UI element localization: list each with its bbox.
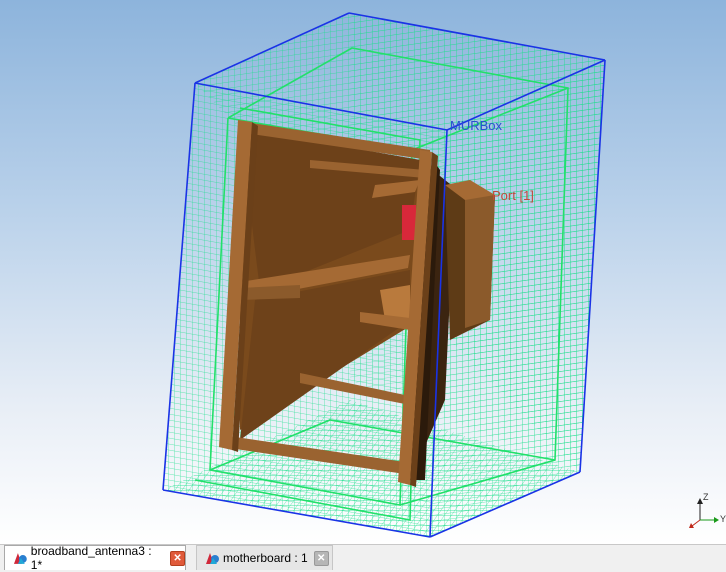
- tab-broadband-antenna3[interactable]: broadband_antenna3 : 1* ✕: [4, 544, 186, 572]
- 3d-viewport[interactable]: MURBox Port [1] Z Y: [0, 0, 726, 544]
- model-icon: [206, 553, 219, 564]
- mesh-scene[interactable]: [0, 0, 726, 544]
- close-icon[interactable]: ✕: [170, 550, 186, 566]
- axis-y-label: Y: [720, 514, 726, 524]
- axis-triad: Z Y: [684, 490, 726, 530]
- tab-motherboard[interactable]: motherboard : 1 ✕: [196, 545, 333, 570]
- port-face[interactable]: [402, 205, 416, 240]
- close-icon[interactable]: ✕: [313, 550, 329, 566]
- model-icon: [13, 553, 27, 564]
- tab-label: motherboard : 1: [223, 551, 308, 565]
- port-label: Port [1]: [492, 188, 534, 203]
- tab-label: broadband_antenna3 : 1*: [30, 544, 152, 572]
- axis-z-label: Z: [703, 492, 709, 502]
- document-tab-bar: broadband_antenna3 : 1* ✕ motherboard : …: [0, 544, 726, 572]
- mur-box-label: MURBox: [450, 118, 503, 133]
